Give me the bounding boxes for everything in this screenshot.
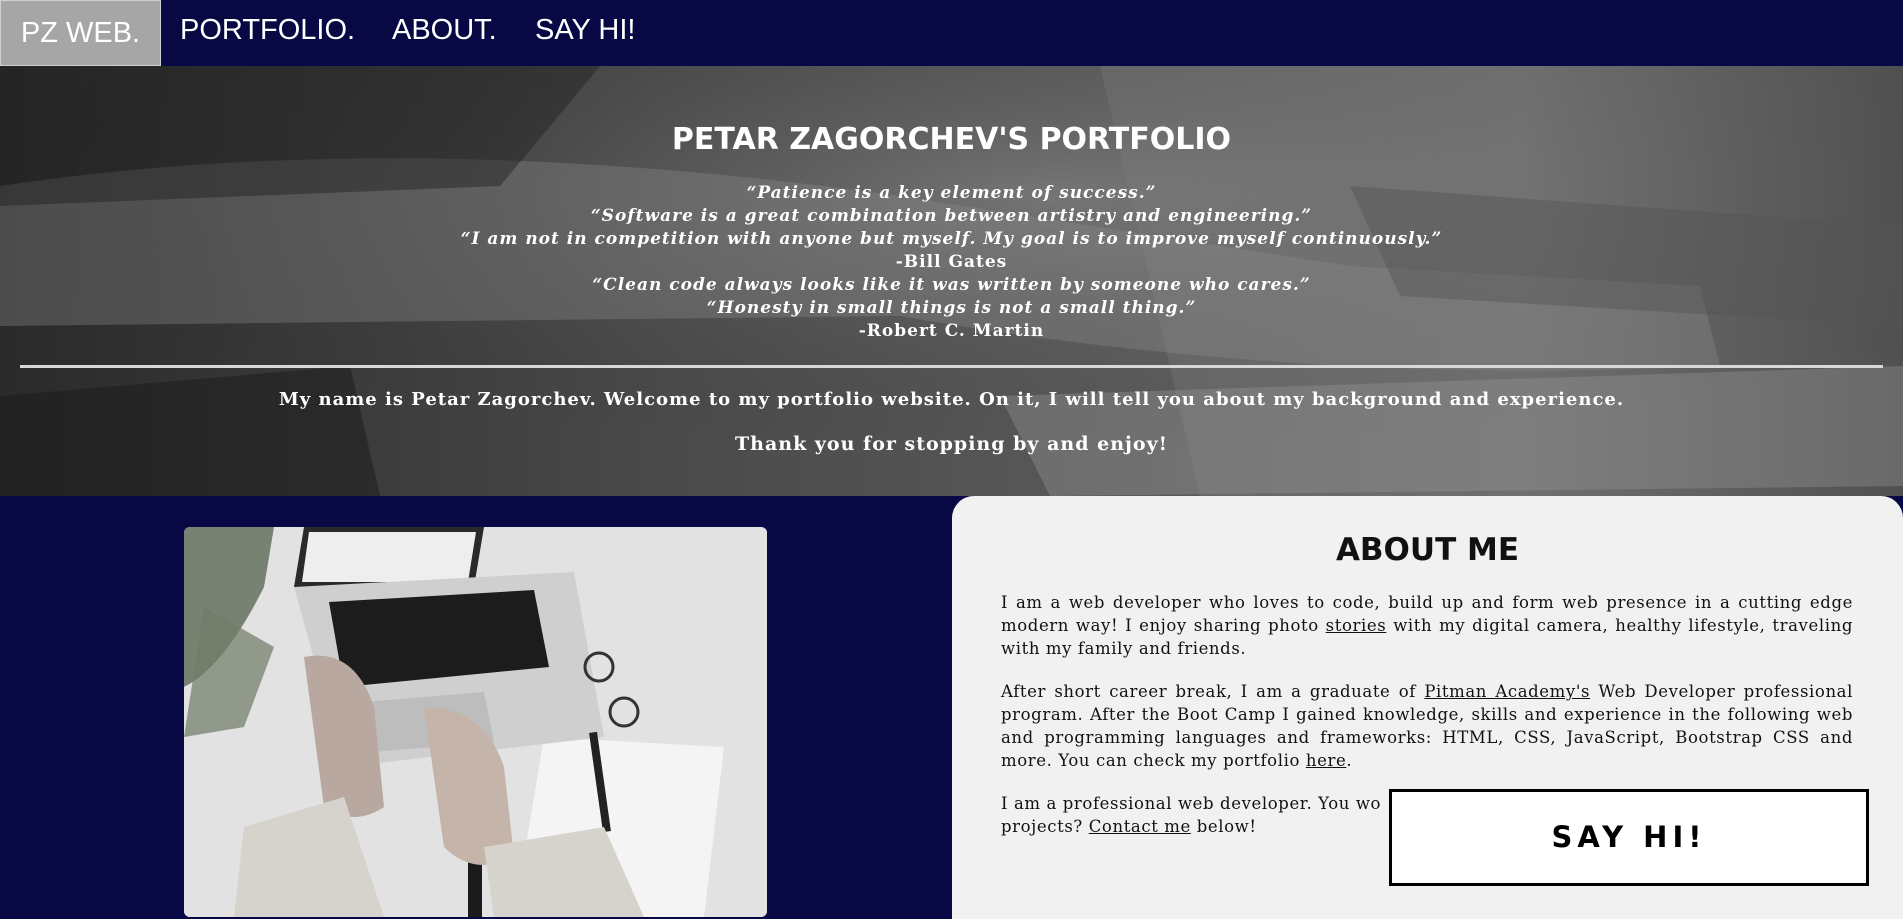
about-paragraph-2: After short career break, I am a graduat… — [1001, 680, 1853, 772]
nav-link-about[interactable]: ABOUT. — [392, 12, 497, 48]
about-text-line: projects? Contact me below! — [1001, 815, 1391, 838]
stories-link[interactable]: stories — [1326, 616, 1387, 635]
quote-text: “Honesty in small things is not a small … — [706, 298, 1197, 318]
top-navbar: PZ WEB. PORTFOLIO. ABOUT. SAY HI! — [0, 0, 1903, 66]
about-paragraph-1: I am a web developer who loves to code, … — [1001, 591, 1853, 660]
quote-text: “Patience is a key element of success.” — [746, 183, 1157, 203]
about-text-span: After short career break, I am a graduat… — [1001, 682, 1425, 701]
about-title: ABOUT ME — [1335, 532, 1520, 568]
quote-text: “I am not in competition with anyone but… — [460, 229, 1443, 249]
about-text-span: projects? — [1001, 817, 1089, 836]
hero-section: PETAR ZAGORCHEV'S PORTFOLIO “Patience is… — [0, 66, 1903, 496]
laptop-desk-image — [184, 527, 767, 917]
thanks-text: Thank you for stopping by and enjoy! — [735, 433, 1168, 455]
laptop-desk-illustration — [184, 527, 767, 917]
about-text-line: I am a professional web developer. You w… — [1001, 794, 1382, 813]
brand-logo-link[interactable]: PZ WEB. — [0, 0, 161, 66]
quote-author: -Bill Gates — [895, 252, 1008, 272]
about-paragraph-3: I am a professional web developer. You w… — [1001, 792, 1391, 838]
intro-text: My name is Petar Zagorchev. Welcome to m… — [278, 389, 1625, 410]
say-hi-button[interactable]: SAY HI! — [1389, 789, 1869, 886]
quote-author: -Robert C. Martin — [858, 321, 1045, 341]
about-text-span: below! — [1190, 817, 1257, 836]
quote-text: “Software is a great combination between… — [590, 206, 1313, 226]
nav-link-portfolio[interactable]: PORTFOLIO. — [180, 12, 355, 48]
portfolio-here-link[interactable]: here — [1306, 751, 1346, 770]
hero-title: PETAR ZAGORCHEV'S PORTFOLIO — [671, 122, 1232, 157]
pitman-academy-link[interactable]: Pitman Academy's — [1424, 682, 1590, 701]
hero-divider — [20, 365, 1883, 368]
quote-text: “Clean code always looks like it was wri… — [592, 275, 1311, 295]
about-text-span: . — [1346, 751, 1353, 770]
nav-link-say-hi[interactable]: SAY HI! — [535, 12, 635, 48]
contact-me-link[interactable]: Contact me — [1089, 817, 1191, 836]
quotes-block: “Patience is a key element of success.” … — [0, 182, 1903, 343]
